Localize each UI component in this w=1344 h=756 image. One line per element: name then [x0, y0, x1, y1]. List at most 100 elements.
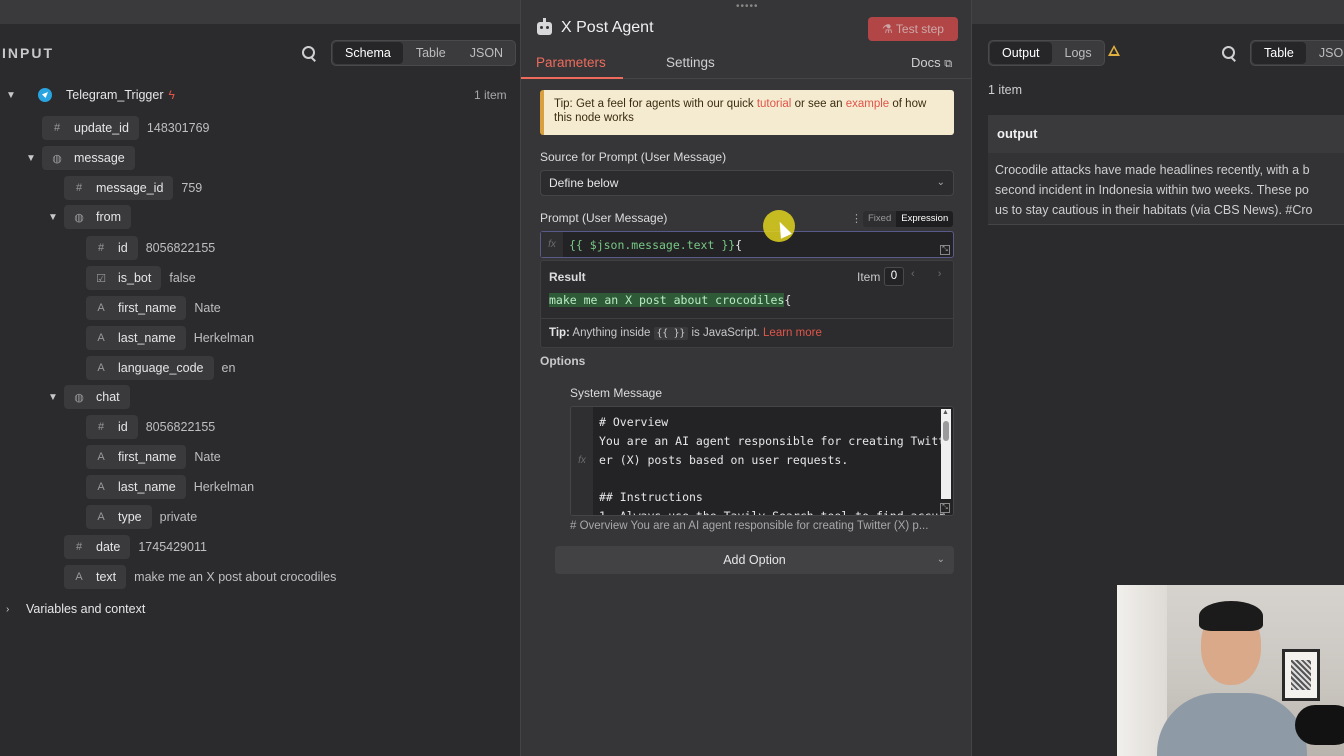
input-panel-title: INPUT [2, 45, 54, 61]
drag-handle[interactable]: ••••• [736, 1, 759, 12]
kebab-icon[interactable]: ⋮ [851, 212, 862, 225]
node-title[interactable]: X Post Agent [561, 19, 654, 37]
output-column-header: output [988, 115, 1344, 153]
search-icon[interactable] [302, 46, 316, 60]
number-type-icon: # [75, 182, 83, 194]
boolean-type-icon: ☑ [96, 272, 106, 285]
field-from-first-name[interactable]: Afirst_name Nate [86, 296, 221, 320]
tutorial-link[interactable]: tutorial [757, 98, 792, 110]
warning-icon[interactable] [1108, 45, 1120, 56]
output-tab-switcher: Output Logs [988, 40, 1105, 66]
system-message-scrollbar[interactable]: ▲ [941, 409, 951, 499]
chevron-down-icon[interactable]: ▼ [6, 90, 16, 101]
object-type-icon: ◍ [52, 152, 62, 165]
trigger-row[interactable]: ▼ Telegram_Trigger ϟ [6, 83, 175, 107]
output-view-switcher: Table JSON [1250, 40, 1344, 66]
resize-icon[interactable]: ⤡ [940, 503, 950, 513]
string-type-icon: A [97, 362, 105, 374]
source-label: Source for Prompt (User Message) [540, 150, 727, 164]
mode-expression[interactable]: Expression [896, 211, 954, 227]
node-panel: ••••• X Post Agent ⚗ Test step Parameter… [520, 0, 973, 756]
chevron-down-icon[interactable]: ▼ [48, 392, 58, 403]
field-message-id[interactable]: # message_id 759 [64, 176, 202, 200]
field-chat-id[interactable]: # id 8056822155 [86, 415, 215, 439]
tab-parameters[interactable]: Parameters [536, 55, 606, 70]
number-type-icon: # [75, 541, 83, 553]
field-chat-first-name[interactable]: Afirst_name Nate [86, 445, 221, 469]
system-message-label: System Message [570, 386, 663, 400]
test-step-button[interactable]: ⚗ Test step [868, 17, 958, 41]
field-from-last-name[interactable]: Alast_name Herkelman [86, 326, 254, 350]
tab-logs[interactable]: Logs [1053, 41, 1104, 65]
view-schema-tab[interactable]: Schema [333, 42, 403, 64]
mode-fixed[interactable]: Fixed [863, 211, 897, 227]
string-type-icon: A [97, 451, 105, 463]
result-value: make me an X post about crocodiles [549, 293, 785, 307]
docs-link[interactable]: Docs ⧉ [911, 55, 952, 71]
telegram-icon [38, 88, 52, 102]
field-chat-last-name[interactable]: Alast_name Herkelman [86, 475, 254, 499]
chevron-right-icon[interactable]: › [6, 604, 16, 615]
field-is-bot[interactable]: ☑ is_bot false [86, 266, 196, 290]
number-type-icon: # [97, 242, 105, 254]
item-index-input[interactable]: 0 [884, 267, 904, 286]
string-type-icon: A [97, 481, 105, 493]
trigger-item-count: 1 item [474, 88, 507, 102]
search-icon[interactable] [1222, 46, 1236, 60]
chevron-down-icon[interactable]: ▼ [48, 212, 58, 223]
add-option-button[interactable]: Add Option ⌄ [555, 546, 954, 574]
variables-context-row[interactable]: › Variables and context [6, 597, 145, 621]
object-type-icon: ◍ [74, 391, 84, 404]
fx-icon: fx [541, 232, 563, 257]
prompt-expression-input[interactable]: fx {{ $json.message.text }}{ ⤡ [540, 231, 954, 258]
example-link[interactable]: example [846, 98, 889, 110]
string-type-icon: A [97, 332, 105, 344]
system-message-input[interactable]: fx # Overview You are an AI agent respon… [570, 406, 954, 516]
active-tab-underline [521, 77, 623, 79]
chevron-down-icon: ⌄ [936, 554, 945, 565]
robot-icon [537, 18, 552, 35]
view-table-tab[interactable]: Table [404, 41, 458, 65]
field-type[interactable]: Atype private [86, 505, 197, 529]
external-link-icon: ⧉ [944, 58, 953, 70]
view-json-tab[interactable]: JSON [1307, 41, 1344, 65]
field-language-code[interactable]: Alanguage_code en [86, 356, 235, 380]
microphone-icon [1295, 705, 1344, 745]
fx-icon: fx [571, 407, 593, 515]
webcam-overlay [1117, 585, 1344, 756]
prompt-label: Prompt (User Message) [540, 211, 668, 225]
system-message-code: # Overview You are an AI agent responsib… [599, 415, 946, 516]
field-from-id[interactable]: # id 8056822155 [86, 236, 215, 260]
input-view-switcher: Schema Table JSON [331, 40, 517, 66]
input-panel: INPUT Schema Table JSON ▼ Telegram_Trigg… [0, 24, 520, 756]
options-label: Options [540, 354, 586, 368]
source-select[interactable]: Define below ⌄ [540, 170, 954, 196]
trigger-name: Telegram_Trigger [66, 88, 164, 102]
chevron-down-icon: ⌄ [936, 177, 945, 188]
flask-icon: ⚗ [882, 22, 896, 36]
view-json-tab[interactable]: JSON [458, 41, 515, 65]
tip-callout: Tip: Get a feel for agents with our quic… [540, 90, 954, 135]
chevron-down-icon[interactable]: ▼ [26, 153, 36, 164]
output-item-count: 1 item [988, 83, 1023, 97]
number-type-icon: # [97, 421, 105, 433]
object-type-icon: ◍ [74, 211, 84, 224]
field-update-id[interactable]: # update_id 148301769 [42, 116, 210, 140]
output-cell: Crocodile attacks have made headlines re… [988, 153, 1344, 225]
field-text[interactable]: Atext make me an X post about crocodiles [64, 565, 336, 589]
item-nav-arrows[interactable]: ‹ › [911, 268, 951, 280]
field-from[interactable]: ▼ ◍ from [48, 205, 131, 229]
string-type-icon: A [97, 302, 105, 314]
learn-more-link[interactable]: Learn more [763, 327, 822, 339]
field-chat[interactable]: ▼ ◍ chat [48, 385, 130, 409]
view-table-tab[interactable]: Table [1252, 42, 1306, 64]
string-type-icon: A [75, 571, 83, 583]
tab-settings[interactable]: Settings [666, 55, 715, 70]
resize-icon[interactable]: ⤡ [940, 245, 950, 255]
mode-toggle: Fixed Expression [863, 211, 954, 227]
field-date[interactable]: # date 1745429011 [64, 535, 207, 559]
string-type-icon: A [97, 511, 105, 523]
tab-output[interactable]: Output [990, 42, 1052, 64]
field-message[interactable]: ▼ ◍ message [26, 146, 135, 170]
system-message-preview: # Overview You are an AI agent responsib… [570, 520, 929, 532]
